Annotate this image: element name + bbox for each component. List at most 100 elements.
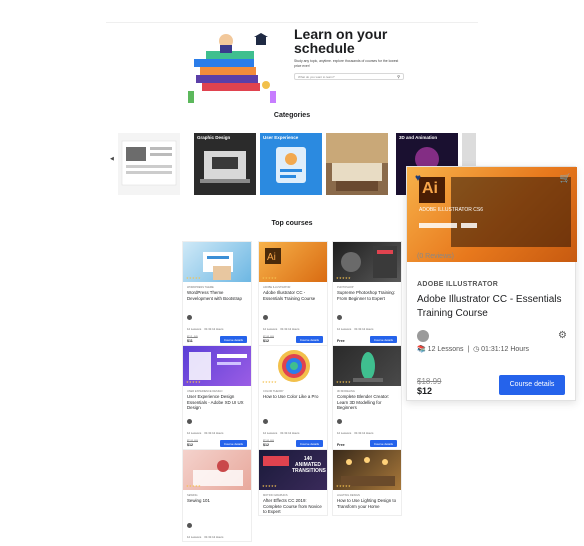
duration: 01:31:12 Hours [204,327,224,331]
course-thumbnail: ★★★★★ [333,242,401,282]
course-card[interactable]: ★★★★★ 3D Modeling Complete Blender Creat… [332,345,402,450]
course-details-button[interactable]: Course details [369,336,397,343]
category-thumbnail [326,133,388,191]
search-placeholder: What do you want to learn? [298,75,335,79]
heart-icon[interactable]: ♥ [415,173,421,184]
course-card[interactable]: ★★★★★ Color Theory How to Use Color Like… [258,345,328,450]
rating-stars: ★★★★★ [336,276,351,280]
current-price: $12 [187,443,193,447]
course-category: WordPress Theme [187,286,214,289]
avatar [263,419,268,424]
duration: 01:31:12 Hours [204,535,224,539]
course-card[interactable]: ★★★★★ Lighting Design How to Use Lightin… [332,449,402,516]
course-category: Sewing [187,494,198,497]
course-category: Motion Graphics [263,494,288,497]
course-title[interactable]: Adobe Illustrator CC - Essentials Traini… [417,293,569,321]
rating-stars: ★★★★★ [262,484,277,488]
search-icon[interactable]: ⚲ [397,75,400,79]
course-details-button[interactable]: Course details [295,440,323,447]
avatar [187,419,192,424]
course-title[interactable]: Adobe Illustrator CC - Essentials Traini… [259,290,327,307]
rating-stars: ★★★★★ [262,380,277,384]
course-title[interactable]: Sewing 101 [183,498,251,515]
lessons-count: 12 Lessons [337,327,352,331]
category-card[interactable]: User Experience [260,133,322,195]
price: $18.99 $12 [187,439,198,447]
featured-course-card[interactable]: Ai ADOBE ILLUSTRATOR CS6 ♥ 🛒 (0 Reviews)… [406,166,577,401]
rating-stars: ★★★★★ [336,484,351,488]
course-thumbnail: ★★★★★ [183,346,251,386]
course-meta: 12 Lessons 01:31:12 Hours [259,429,327,437]
course-thumbnail: 140 ANIMATED TRANSITIONS ★★★★★ [259,450,327,490]
duration: 01:31:12 Hours [280,327,300,331]
hero-subtitle: Study any topic, anytime. explore thousa… [294,59,399,68]
lessons-count: 12 Lessons [187,535,202,539]
cart-icon[interactable]: 🛒 [560,173,571,184]
course-details-button[interactable]: Course details [499,375,565,395]
rating-stars: ★★★★★ [262,276,277,280]
duration: 01:31:12 Hours [354,431,374,435]
course-meta: 12 Lessons 01:31:12 Hours [333,429,401,437]
rating-stars: ★★★★★ [186,484,201,488]
course-title[interactable]: How to Use Lighting Design to Transform … [333,498,401,515]
course-card[interactable]: ★★★★★ WordPress Theme WordPress Theme De… [182,241,252,346]
category-thumbnail [276,147,306,183]
category-card[interactable]: Graphic Design [194,133,256,195]
course-thumbnail: ★★★★★ [333,346,401,386]
avatar [337,419,342,424]
chevron-left-icon[interactable]: ◀ [110,156,114,162]
category-card[interactable] [118,133,180,195]
thumbnail-logo-text: Ai [422,180,438,197]
avatar [187,315,192,320]
course-title[interactable]: How to Use Color Like a Pro [259,394,327,411]
price: $18.99 $12 [263,335,274,343]
price: Free [337,339,345,343]
course-category: Photoshop [337,286,354,289]
course-title[interactable]: WordPress Theme Development with Bootstr… [183,290,251,307]
badge-icon: ⚙ [558,330,567,341]
svg-text:Ai: Ai [267,252,276,263]
old-price: $18.99 [417,377,442,386]
lessons-count: 12 Lessons [427,346,464,353]
course-card[interactable]: 140 ANIMATED TRANSITIONS ★★★★★ Motion Gr… [258,449,328,516]
course-category: ADOBE ILLUSTRATOR [417,281,499,288]
course-thumbnail: Ai ★★★★★ [259,242,327,282]
course-card[interactable]: Ai ★★★★★ Adobe Illustrator Adobe Illustr… [258,241,328,346]
hero-section: Learn on your schedule Study any topic, … [106,22,478,110]
course-category: Adobe Illustrator [263,286,291,289]
course-category: Lighting Design [337,494,360,497]
course-thumbnail: ★★★★★ [183,450,251,490]
current-price: Free [337,339,345,343]
price: $18.99 $12 [263,439,274,447]
course-card[interactable]: ★★★★★ Photoshop Supreme Photoshop Traini… [332,241,402,346]
current-price: $12 [263,339,269,343]
course-meta: 12 Lessons 01:31:12 Hours [183,325,251,333]
search-input[interactable]: What do you want to learn? ⚲ [294,73,404,80]
course-card[interactable]: ★★★★★ User Experience Design User Experi… [182,345,252,450]
course-title[interactable]: After Effects CC 2019: Complete Course f… [259,498,327,515]
duration: 01:31:12 Hours [204,431,224,435]
lessons-count: 12 Lessons [187,327,202,331]
course-meta: 12 Lessons 01:31:12 Hours [183,429,251,437]
category-thumbnail [121,140,177,186]
course-card[interactable]: ★★★★★ Sewing Sewing 101 12 Lessons 01:31… [182,449,252,542]
course-details-button[interactable]: Course details [369,440,397,447]
category-card[interactable] [326,133,388,195]
duration: 01:31:12 Hours [354,327,374,331]
course-title[interactable]: User Experience Design Essentials - Adob… [183,394,251,411]
rating-stars: ★★★★★ [336,380,351,384]
course-title[interactable]: Supreme Photoshop Training: From Beginne… [333,290,401,307]
course-thumbnail: ★★★★★ [259,346,327,386]
course-title[interactable]: Complete Blender Creator: Learn 3D Model… [333,394,401,411]
lessons-count: 12 Lessons [337,431,352,435]
lessons-count: 12 Lessons [263,431,278,435]
current-price: $11 [187,339,193,343]
duration: 01:31:12 Hours [280,431,300,435]
course-details-button[interactable]: Course details [295,336,323,343]
category-label: 3D and Animation [399,135,438,140]
course-details-button[interactable]: Course details [219,336,247,343]
rating-stars: ★★★★★ [186,380,201,384]
duration: 01:31:12 Hours [481,346,530,353]
course-thumbnail: ★★★★★ [183,242,251,282]
course-details-button[interactable]: Course details [219,440,247,447]
